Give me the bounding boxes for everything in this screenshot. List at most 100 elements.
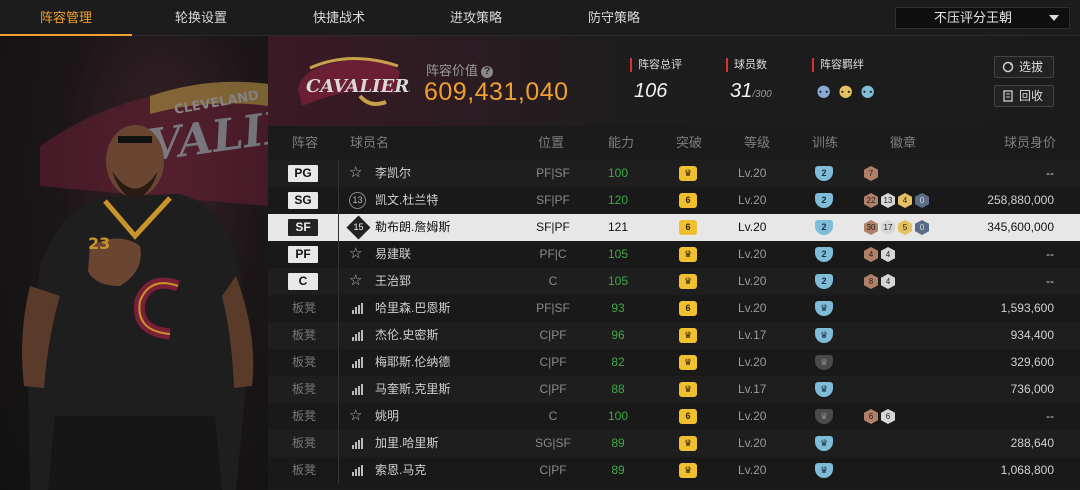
tab-rotation[interactable]: 轮换设置 — [137, 0, 265, 36]
col-name[interactable]: 球员名 — [350, 126, 389, 160]
player-name[interactable]: 加里.哈里斯 — [375, 430, 438, 457]
player-ability: 121 — [607, 220, 629, 234]
col-price[interactable]: 球员身价 — [1004, 126, 1056, 160]
tab-quick-tactics[interactable]: 快捷战术 — [275, 0, 403, 36]
bench-label: 板凳 — [292, 436, 317, 450]
badge-count-icon: 8 — [864, 274, 878, 289]
table-row[interactable]: PF ☆ 易建联 PF|C 105 ♛ Lv.20 2 4 4 -- — [268, 241, 1080, 268]
bond-icon-2[interactable]: ⚉ — [838, 83, 853, 103]
player-level: Lv.17 — [738, 382, 767, 396]
player-name[interactable]: 王治郅 — [375, 268, 411, 295]
player-name[interactable]: 哈里森.巴恩斯 — [375, 295, 450, 322]
jersey-diamond-icon: 15 — [346, 215, 371, 240]
break-level-icon: 6 — [679, 193, 697, 208]
player-name[interactable]: 索恩.马克 — [375, 457, 426, 484]
crown-icon: ♛ — [679, 274, 697, 289]
player-name[interactable]: 易建联 — [375, 241, 411, 268]
training-shield-icon: 2 — [815, 166, 833, 181]
training-shield-icon: 2 — [815, 274, 833, 289]
player-price: 258,880,000 — [987, 193, 1054, 207]
badge-count-icon: 5 — [898, 220, 912, 235]
bond-icon-1[interactable]: ⚉ — [816, 83, 831, 103]
divider — [338, 322, 339, 349]
player-name[interactable]: 勒布朗.詹姆斯 — [375, 214, 450, 241]
table-row[interactable]: C ☆ 王治郅 C 105 ♛ Lv.20 2 8 4 -- — [268, 268, 1080, 295]
table-row[interactable]: PG ☆ 李凯尔 PF|SF 100 ♛ Lv.20 2 7 -- — [268, 160, 1080, 187]
col-training[interactable]: 训练 — [812, 126, 838, 160]
table-row[interactable]: 板凳 索恩.马克 C|PF 89 ♛ Lv.20 ♛ 1,068,800 — [268, 457, 1080, 484]
bench-label: 板凳 — [292, 382, 317, 396]
lineup-slot-badge: SG — [288, 192, 318, 209]
divider — [338, 214, 339, 241]
badge-count-icon: 4 — [881, 274, 895, 289]
table-row[interactable]: 板凳 马奎斯.克里斯 C|PF 88 ♛ Lv.17 ♛ 736,000 — [268, 376, 1080, 403]
table-row[interactable]: 板凳 梅耶斯.伦纳德 C|PF 82 ♛ Lv.20 ♛ 329,600 — [268, 349, 1080, 376]
player-position: PF|SF — [536, 166, 570, 180]
table-row[interactable]: SF 15 勒布朗.詹姆斯 SF|PF 121 6 Lv.20 2 30 17 5 0 345,600,… — [268, 214, 1080, 241]
recycle-button[interactable]: 回收 — [994, 85, 1054, 107]
col-level[interactable]: 等级 — [744, 126, 770, 160]
training-shield-icon: ♛ — [815, 409, 833, 424]
star-icon: ☆ — [349, 164, 363, 181]
break-level-icon: 6 — [679, 220, 697, 235]
training-shield-icon: 2 — [815, 193, 833, 208]
refresh-icon — [1002, 61, 1014, 73]
tab-roster[interactable]: 阵容管理 — [0, 0, 132, 36]
player-ability: 88 — [611, 382, 625, 396]
select-button[interactable]: 选拔 — [994, 56, 1054, 78]
logo-text: CAVALIERS — [306, 76, 410, 97]
signal-bars-icon — [352, 357, 364, 368]
player-position: SG|SF — [535, 436, 571, 450]
player-position: C|PF — [539, 382, 567, 396]
select-button-label: 选拔 — [1019, 60, 1044, 74]
season-dropdown-label: 不压评分王朝 — [934, 10, 1013, 25]
tab-defense[interactable]: 防守策略 — [550, 0, 678, 36]
player-level: Lv.20 — [738, 436, 767, 450]
player-ability: 120 — [607, 193, 629, 207]
badge-count-icon: 22 — [864, 193, 878, 208]
player-name[interactable]: 马奎斯.克里斯 — [375, 376, 450, 403]
bench-label: 板凳 — [292, 301, 317, 315]
player-name[interactable]: 李凯尔 — [375, 160, 411, 187]
player-name[interactable]: 梅耶斯.伦纳德 — [375, 349, 450, 376]
table-row[interactable]: 板凳 加里.哈里斯 SG|SF 89 ♛ Lv.20 ♛ 288,640 — [268, 430, 1080, 457]
badge-count-icon: 0 — [915, 193, 929, 208]
table-row[interactable]: 板凳 哈里森.巴恩斯 PF|SF 93 6 Lv.20 ♛ 1,593,600 — [268, 295, 1080, 322]
player-position: C|PF — [539, 328, 567, 342]
player-name[interactable]: 凯文.杜兰特 — [375, 187, 438, 214]
table-row[interactable]: 板凳 杰伦.史密斯 C|PF 96 ♛ Lv.17 ♛ 934,400 — [268, 322, 1080, 349]
bond-icon-3[interactable]: ⚉ — [860, 83, 875, 103]
bench-label: 板凳 — [292, 463, 317, 477]
roster-table: 阵容 球员名 位置 能力 突破 等级 训练 徽章 球员身价 PG ☆ 李凯尔 PF|S… — [268, 126, 1080, 490]
col-ability[interactable]: 能力 — [608, 126, 634, 160]
col-badges[interactable]: 徽章 — [890, 126, 916, 160]
col-position[interactable]: 位置 — [538, 126, 564, 160]
badge-count-icon: 6 — [881, 409, 895, 424]
player-count-label: 球员数 — [726, 58, 767, 72]
divider — [338, 457, 339, 484]
break-level-icon: 6 — [679, 301, 697, 316]
player-position: SF|PF — [536, 193, 570, 207]
tab-offense[interactable]: 进攻策略 — [412, 0, 540, 36]
player-name[interactable]: 杰伦.史密斯 — [375, 322, 438, 349]
divider — [338, 160, 339, 187]
player-portrait: VALIER CLEVELAND 23 — [0, 36, 268, 490]
table-row[interactable]: 板凳 ☆ 姚明 C 100 6 Lv.20 ♛ 6 6 -- — [268, 403, 1080, 430]
table-row[interactable]: SG 13 凯文.杜兰特 SF|PF 120 6 Lv.20 2 22 13 4 0 258,880,0… — [268, 187, 1080, 214]
divider — [338, 403, 339, 430]
roster-value-label: 阵容价值? — [426, 60, 494, 79]
crown-icon: ♛ — [679, 382, 697, 397]
col-break[interactable]: 突破 — [676, 126, 702, 160]
season-dropdown[interactable]: 不压评分王朝 — [895, 7, 1070, 29]
player-name[interactable]: 姚明 — [375, 403, 399, 430]
signal-bars-icon — [352, 330, 364, 341]
player-level: Lv.20 — [738, 463, 767, 477]
player-level: Lv.20 — [738, 193, 767, 207]
player-price: 345,600,000 — [987, 220, 1054, 234]
help-icon[interactable]: ? — [481, 65, 494, 78]
badge-count-icon: 4 — [864, 247, 878, 262]
player-level: Lv.20 — [738, 220, 767, 234]
overall-label: 阵容总评 — [630, 58, 682, 72]
training-shield-icon: 2 — [815, 247, 833, 262]
player-level: Lv.20 — [738, 166, 767, 180]
